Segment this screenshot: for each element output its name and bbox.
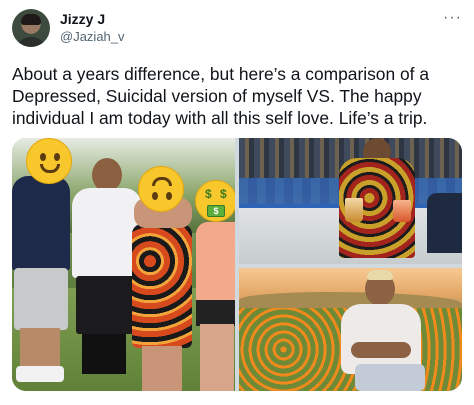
author-avatar[interactable] — [12, 9, 50, 47]
person-legs — [20, 328, 60, 368]
money-sign-right: $ — [220, 187, 227, 201]
person-black-shorts — [76, 276, 136, 334]
money-mouth-face-emoji: $ $ $ — [195, 180, 235, 222]
person-grey-shorts — [14, 268, 68, 330]
drink-cup-right — [393, 200, 411, 222]
author-handle[interactable]: @Jaziah_v — [60, 29, 125, 44]
upside-down-face-emoji — [138, 166, 184, 212]
tweet-media-grid: $ $ $ — [12, 138, 462, 391]
smiling-face-emoji — [26, 138, 72, 184]
person-pink-top — [196, 222, 235, 304]
person-legs — [142, 346, 182, 391]
spectator — [427, 193, 462, 253]
tweet-text: About a years difference, but here’s a c… — [12, 64, 429, 128]
person-navy-shirt — [12, 176, 70, 271]
tweet-card[interactable]: Jizzy J @Jaziah_v ··· About a years diff… — [0, 0, 474, 405]
person-legs — [200, 324, 234, 391]
avatar-hair — [21, 14, 41, 25]
person-socks — [82, 334, 126, 374]
person-floral-dress — [132, 224, 192, 348]
tweet-header: Jizzy J @Jaziah_v ··· — [12, 9, 462, 49]
person-head — [92, 158, 122, 192]
avatar-shoulders — [16, 37, 46, 47]
person-sneakers — [16, 366, 64, 382]
person-hair — [367, 270, 393, 280]
person-arms — [351, 342, 411, 358]
author-name[interactable]: Jizzy J — [60, 11, 105, 27]
drink-cup-left — [345, 198, 363, 222]
person-jeans — [355, 364, 425, 391]
money-bill-mouth: $ — [207, 205, 225, 217]
more-options-icon[interactable]: ··· — [443, 9, 462, 27]
photo-stadium[interactable] — [239, 138, 462, 264]
person-black-shorts — [196, 300, 235, 326]
money-sign-left: $ — [205, 187, 212, 201]
photo-poppy-field[interactable] — [239, 268, 462, 391]
photo-group[interactable]: $ $ $ — [12, 138, 235, 391]
